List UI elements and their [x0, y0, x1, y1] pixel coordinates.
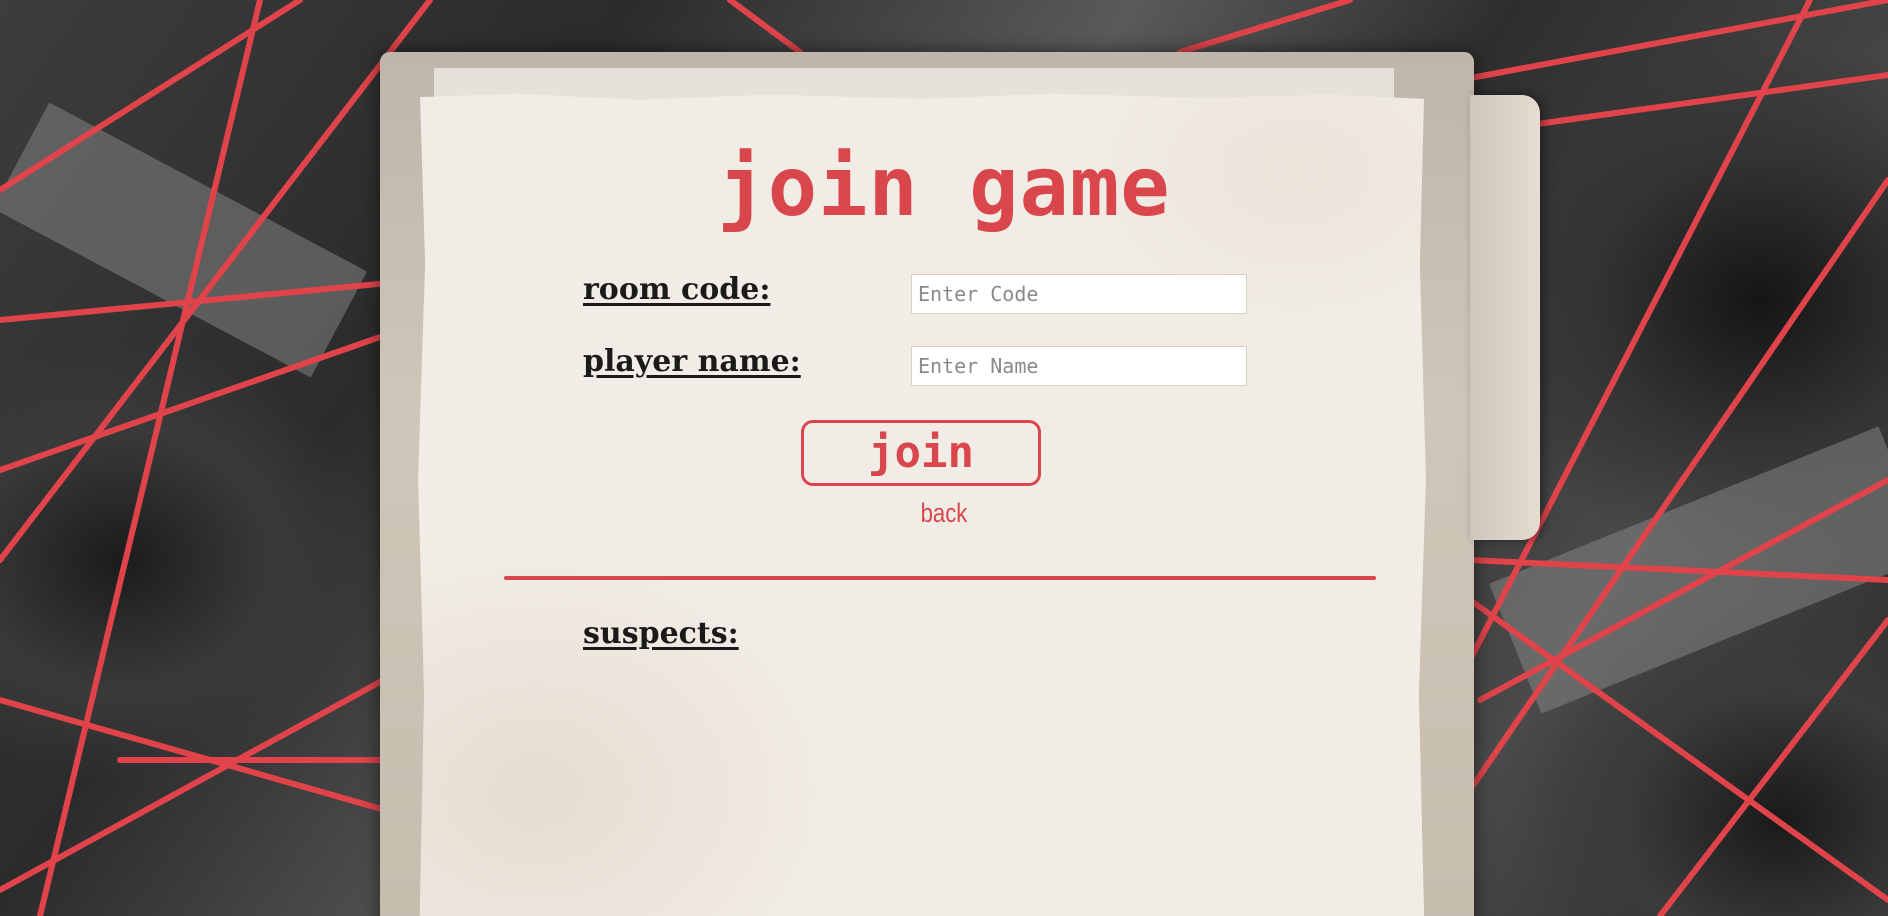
suspects-heading: suspects: — [583, 616, 739, 651]
room-code-input[interactable] — [911, 274, 1247, 314]
room-code-label: room code: — [583, 272, 771, 307]
join-button[interactable]: join — [801, 420, 1041, 486]
back-link[interactable]: back — [170, 498, 1718, 529]
player-name-label: player name: — [583, 344, 801, 379]
suspects-list — [583, 670, 1283, 910]
page-title: join game — [717, 140, 1171, 235]
player-name-input[interactable] — [911, 346, 1247, 386]
divider — [504, 576, 1376, 580]
